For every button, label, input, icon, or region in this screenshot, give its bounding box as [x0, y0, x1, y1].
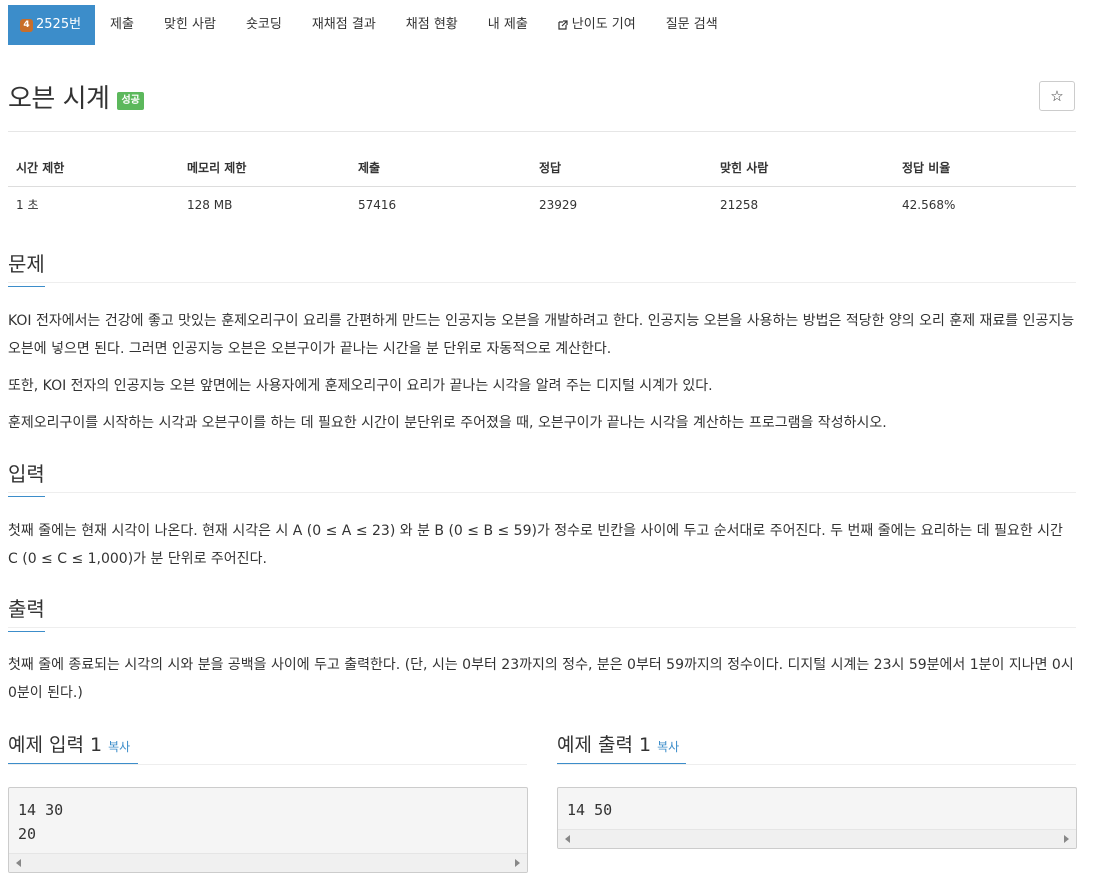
header-memory-limit: 메모리 제한: [187, 161, 247, 175]
tier-icon: 4: [20, 18, 33, 32]
nav-my-submissions[interactable]: 내 제출: [473, 5, 543, 45]
nav-difficulty-contribution[interactable]: 난이도 기여: [543, 5, 651, 45]
sample-output-scrollbar[interactable]: [558, 829, 1076, 848]
description-divider: [8, 282, 1076, 283]
nav-short-coding[interactable]: 숏코딩: [231, 5, 297, 45]
star-icon: ☆: [1050, 87, 1064, 105]
output-heading-text: 출력: [8, 597, 45, 621]
description-heading-underline: [8, 286, 45, 287]
value-solved-users: 21258: [720, 198, 759, 212]
sample-output-divider: [557, 764, 1076, 765]
problem-page: 4 2525번 제출 맞힌 사람 숏코딩 재채점 결과 채점 현황 내 제출 난…: [0, 0, 1116, 878]
sample-output-heading: 예제 출력 1 복사: [557, 730, 679, 757]
nav-question-search[interactable]: 질문 검색: [651, 5, 733, 45]
sample-input-text: 14 30 20: [18, 801, 64, 843]
problem-nav: 4 2525번 제출 맞힌 사람 숏코딩 재채점 결과 채점 현황 내 제출 난…: [8, 5, 733, 45]
copy-sample-output-link[interactable]: 복사: [657, 740, 679, 754]
sample-output-box[interactable]: 14 50: [557, 787, 1077, 849]
input-divider: [8, 492, 1076, 493]
sample-input-scrollbar[interactable]: [9, 853, 527, 872]
problem-info-table: 시간 제한 메모리 제한 제출 정답 맞힌 사람 정답 비율 1 초 128 M…: [8, 150, 1076, 223]
problem-number-label: 2525번: [36, 17, 82, 32]
description-paragraph-1: KOI 전자에서는 건강에 좋고 맛있는 훈제오리구이 요리를 간편하게 만드는…: [8, 313, 1075, 357]
info-table-header: 시간 제한 메모리 제한 제출 정답 맞힌 사람 정답 비율: [8, 150, 1076, 187]
problem-title: 오븐 시계: [8, 84, 110, 114]
output-heading-underline: [8, 631, 45, 632]
scroll-left-icon[interactable]: [16, 859, 21, 867]
header-accepted: 정답: [539, 161, 562, 175]
description-heading-text: 문제: [8, 252, 45, 276]
sample-output-text: 14 50: [567, 801, 613, 819]
output-description: 첫째 줄에 종료되는 시각의 시와 분을 공백을 사이에 두고 출력한다. (단…: [8, 657, 1074, 701]
header-solved-users: 맞힌 사람: [720, 161, 769, 175]
header-accept-ratio: 정답 비율: [902, 161, 951, 175]
output-heading: 출력: [8, 593, 45, 632]
nav-submit[interactable]: 제출: [95, 5, 149, 45]
scroll-left-icon[interactable]: [565, 835, 570, 843]
value-time-limit: 1 초: [16, 198, 39, 212]
input-heading-underline: [8, 496, 45, 497]
description-paragraph-3: 훈제오리구이를 시작하는 시각과 오븐구이를 하는 데 필요한 시간이 분단위로…: [8, 415, 887, 431]
info-table-row: 1 초 128 MB 57416 23929 21258 42.568%: [8, 187, 1076, 223]
nav-problem-number[interactable]: 4 2525번: [8, 5, 96, 45]
output-divider: [8, 627, 1076, 628]
problem-title-row: 오븐 시계 성공: [8, 78, 144, 115]
sample-input-box[interactable]: 14 30 20: [8, 787, 528, 873]
sample-input-heading: 예제 입력 1 복사: [8, 730, 130, 757]
value-accept-ratio: 42.568%: [902, 198, 956, 212]
value-submissions: 57416: [358, 198, 397, 212]
header-time-limit: 시간 제한: [16, 161, 65, 175]
scroll-right-icon[interactable]: [1064, 835, 1069, 843]
status-badge: 성공: [117, 91, 144, 110]
description-heading: 문제: [8, 248, 45, 287]
external-link-icon: [558, 20, 568, 30]
input-heading-text: 입력: [8, 462, 45, 486]
header-submissions: 제출: [358, 161, 381, 175]
description-paragraph-2: 또한, KOI 전자의 인공지능 오븐 앞면에는 사용자에게 훈제오리구이 요리…: [8, 378, 713, 394]
value-memory-limit: 128 MB: [187, 198, 233, 212]
difficulty-contribution-label: 난이도 기여: [571, 17, 636, 32]
nav-rejudge-results[interactable]: 재채점 결과: [297, 5, 391, 45]
nav-judge-status[interactable]: 채점 현황: [391, 5, 473, 45]
copy-sample-input-link[interactable]: 복사: [108, 740, 130, 754]
scroll-right-icon[interactable]: [515, 859, 520, 867]
nav-solved-users[interactable]: 맞힌 사람: [149, 5, 231, 45]
sample-input-title: 예제 입력 1: [8, 734, 103, 756]
value-accepted: 23929: [539, 198, 578, 212]
favorite-star-button[interactable]: ☆: [1039, 81, 1075, 111]
title-divider: [8, 131, 1076, 132]
input-description: 첫째 줄에는 현재 시각이 나온다. 현재 시각은 시 A (0 ≤ A ≤ 2…: [8, 523, 1063, 567]
input-heading: 입력: [8, 458, 45, 497]
sample-output-title: 예제 출력 1: [557, 734, 652, 756]
sample-input-divider: [8, 764, 527, 765]
